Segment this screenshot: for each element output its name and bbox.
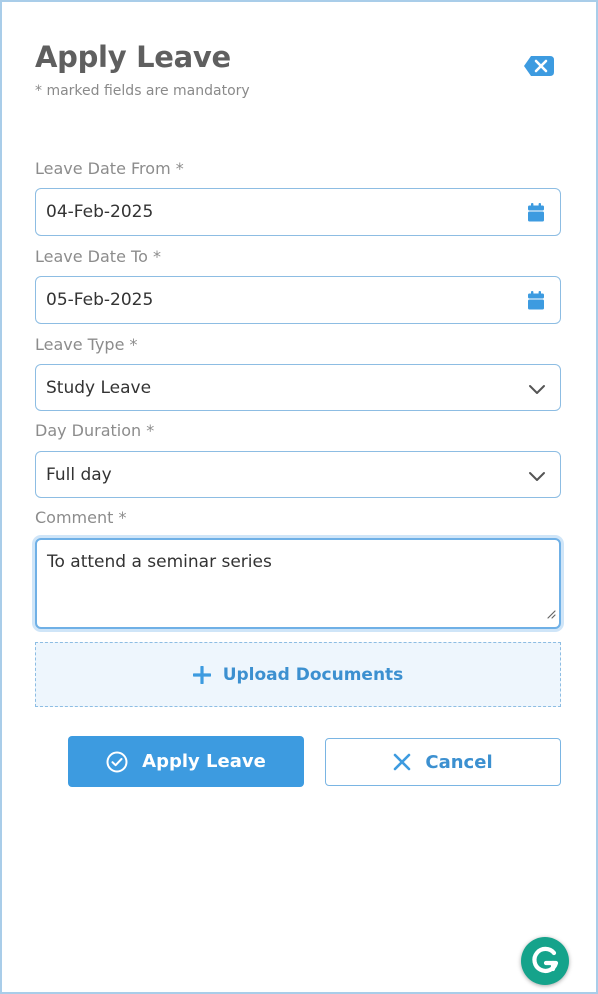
day-duration-label: Day Duration * (35, 421, 155, 440)
leave-date-from-value: 04-Feb-2025 (46, 202, 154, 222)
leave-date-to-value: 05-Feb-2025 (46, 290, 154, 310)
check-circle-icon (106, 751, 128, 772)
backspace-close-icon (524, 56, 554, 76)
resize-handle-icon[interactable] (546, 604, 556, 624)
grammarly-button[interactable] (521, 937, 569, 985)
upload-documents-button[interactable]: Upload Documents (35, 642, 561, 707)
comment-textarea[interactable]: To attend a seminar series (35, 538, 561, 629)
chevron-down-icon (528, 468, 546, 488)
cancel-label: Cancel (425, 751, 493, 773)
calendar-icon[interactable] (527, 203, 545, 227)
leave-type-select[interactable]: Study Leave (35, 364, 561, 411)
apply-leave-label: Apply Leave (142, 751, 266, 772)
mandatory-note: * marked fields are mandatory (35, 83, 250, 99)
leave-type-value: Study Leave (46, 377, 152, 398)
apply-leave-panel: Apply Leave * marked fields are mandator… (0, 0, 598, 994)
day-duration-select[interactable]: Full day (35, 451, 561, 498)
plus-icon (192, 665, 211, 684)
comment-label: Comment * (35, 508, 127, 527)
leave-date-from-input[interactable]: 04-Feb-2025 (35, 188, 561, 236)
calendar-icon[interactable] (527, 291, 545, 315)
leave-date-to-input[interactable]: 05-Feb-2025 (35, 276, 561, 324)
upload-documents-label: Upload Documents (222, 664, 404, 685)
leave-date-from-label: Leave Date From * (35, 159, 184, 178)
leave-type-label: Leave Type * (35, 335, 138, 354)
grammarly-logo-icon (532, 946, 559, 973)
day-duration-value: Full day (46, 464, 112, 485)
apply-leave-button[interactable]: Apply Leave (68, 736, 304, 787)
close-button[interactable] (522, 54, 556, 78)
chevron-down-icon (528, 381, 546, 401)
page-title: Apply Leave (35, 40, 231, 74)
leave-date-to-label: Leave Date To * (35, 247, 161, 266)
close-icon (394, 753, 411, 771)
cancel-button[interactable]: Cancel (325, 738, 561, 786)
comment-value: To attend a seminar series (47, 552, 272, 572)
